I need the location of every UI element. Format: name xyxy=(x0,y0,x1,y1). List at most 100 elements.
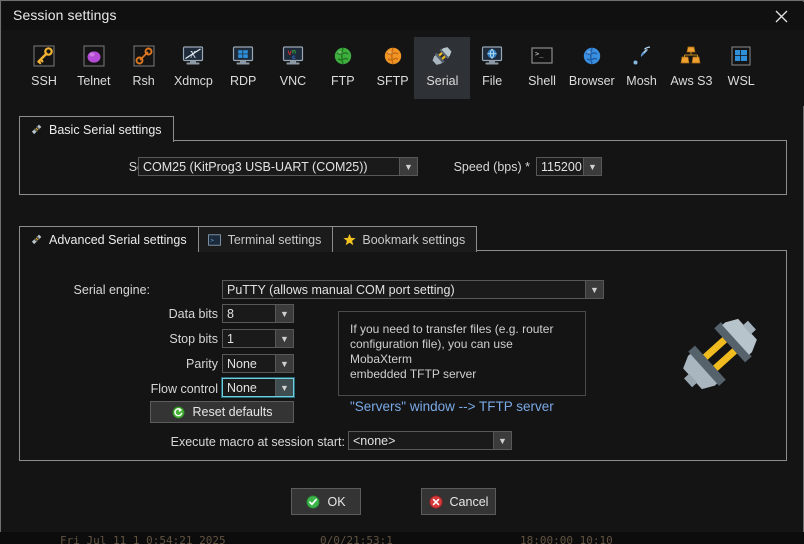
star-icon xyxy=(342,233,356,247)
session-type-label: Browser xyxy=(568,74,615,88)
serial-engine-combobox[interactable]: PuTTY (allows manual COM port setting) ▼ xyxy=(222,280,604,299)
tab-advanced-serial-settings[interactable]: Advanced Serial settings xyxy=(19,226,199,253)
session-type-xdmcp[interactable]: X Xdmcp xyxy=(165,37,221,99)
session-type-aws-s3[interactable]: Aws S3 xyxy=(663,37,719,99)
tftp-info-box: If you need to transfer files (e.g. rout… xyxy=(338,311,586,414)
close-icon[interactable] xyxy=(760,2,802,30)
session-type-browser[interactable]: Browser xyxy=(564,37,620,99)
session-type-sftp[interactable]: SFTP xyxy=(365,37,421,99)
data-bits-combobox[interactable]: 8 ▼ xyxy=(222,304,294,323)
background-text-fragment: 0/0/21:53:1 xyxy=(320,534,393,544)
session-type-ftp[interactable]: FTP xyxy=(315,37,371,99)
session-type-file[interactable]: File xyxy=(464,37,520,99)
reset-defaults-button[interactable]: Reset defaults xyxy=(150,401,294,423)
chevron-down-icon[interactable]: ▼ xyxy=(275,355,293,372)
session-type-shell[interactable]: >_ Shell xyxy=(514,37,570,99)
speed-combobox[interactable]: 115200 ▼ xyxy=(536,157,602,176)
serial-plug-icon xyxy=(29,233,43,247)
parity-combobox[interactable]: None ▼ xyxy=(222,354,294,373)
serial-plug-icon xyxy=(29,123,43,137)
stop-bits-label: Stop bits xyxy=(169,332,218,346)
satellite-dish-icon xyxy=(629,43,655,69)
file-monitor-icon xyxy=(479,43,505,69)
serial-engine-value: PuTTY (allows manual COM port setting) xyxy=(227,282,455,297)
data-bits-label: Data bits xyxy=(168,307,218,321)
session-type-label: Xdmcp xyxy=(173,74,213,88)
serial-plug-large-icon xyxy=(675,314,765,394)
svg-text:>: > xyxy=(211,238,215,244)
speed-label: Speed (bps) * xyxy=(453,160,530,174)
session-type-label: Serial xyxy=(426,74,459,88)
execute-macro-combobox[interactable]: <none> ▼ xyxy=(348,431,512,450)
session-type-label: FTP xyxy=(330,74,355,88)
chevron-down-icon[interactable]: ▼ xyxy=(583,158,601,175)
session-type-label: File xyxy=(482,74,503,88)
session-type-label: RDP xyxy=(229,74,257,88)
tab-label: Bookmark settings xyxy=(362,232,466,247)
speed-value: 115200 xyxy=(541,159,582,174)
session-type-label: Aws S3 xyxy=(670,74,713,88)
session-type-label: Telnet xyxy=(77,74,111,88)
chevron-down-icon[interactable]: ▼ xyxy=(585,281,603,298)
flow-control-combobox[interactable]: None ▼ xyxy=(221,377,295,398)
session-type-telnet[interactable]: Telnet xyxy=(66,37,122,99)
stop-bits-combobox[interactable]: 1 ▼ xyxy=(222,329,294,348)
purple-sphere-icon xyxy=(81,43,107,69)
session-type-ssh[interactable]: SSH xyxy=(16,37,72,99)
stop-bits-value: 1 xyxy=(227,331,234,346)
ok-button[interactable]: OK xyxy=(291,488,361,515)
orange-globe-icon xyxy=(380,43,406,69)
windows-icon xyxy=(728,43,754,69)
serial-port-value: COM25 (KitProg3 USB-UART (COM25)) xyxy=(143,159,368,174)
svg-text:>_: >_ xyxy=(535,50,544,58)
tab-label: Advanced Serial settings xyxy=(49,232,187,247)
serial-plug-icon xyxy=(429,43,455,69)
parity-label: Parity xyxy=(186,357,218,371)
session-type-serial[interactable]: Serial xyxy=(414,37,471,99)
x-monitor-icon: X xyxy=(180,43,206,69)
ok-button-label: OK xyxy=(327,494,346,509)
data-bits-value: 8 xyxy=(227,306,234,321)
session-type-toolbar: SSH Telnet Rsh X Xdmcp RDP V n c VNC FTP… xyxy=(2,30,804,106)
blue-globe-icon xyxy=(579,43,605,69)
serial-port-combobox[interactable]: COM25 (KitProg3 USB-UART (COM25)) ▼ xyxy=(138,157,418,176)
session-type-label: SSH xyxy=(31,74,57,88)
tftp-info-paragraph: If you need to transfer files (e.g. rout… xyxy=(350,322,554,381)
cancel-button[interactable]: Cancel xyxy=(421,488,496,515)
session-type-label: Rsh xyxy=(132,74,155,88)
green-globe-icon xyxy=(330,43,356,69)
session-type-vnc[interactable]: V n c VNC xyxy=(265,37,321,99)
session-type-mosh[interactable]: Mosh xyxy=(614,37,670,99)
chevron-down-icon[interactable]: ▼ xyxy=(275,379,293,396)
session-type-rsh[interactable]: Rsh xyxy=(116,37,172,99)
windows-monitor-icon xyxy=(230,43,256,69)
flow-control-value: None xyxy=(227,380,257,395)
svg-text:c: c xyxy=(292,54,296,61)
window-title: Session settings xyxy=(13,7,117,23)
tab-label: Terminal settings xyxy=(227,232,322,247)
session-type-rdp[interactable]: RDP xyxy=(215,37,271,99)
session-type-wsl[interactable]: WSL xyxy=(713,37,769,99)
chevron-down-icon[interactable]: ▼ xyxy=(275,330,293,347)
execute-macro-value: <none> xyxy=(353,433,396,448)
terminal-icon: >_ xyxy=(529,43,555,69)
reset-defaults-label: Reset defaults xyxy=(192,405,273,419)
serial-engine-label: Serial engine: xyxy=(73,283,150,297)
tab-bookmark-settings[interactable]: Bookmark settings xyxy=(332,226,478,252)
background-text-fragment: Fri Jul 11 1 0:54:21 2025 xyxy=(60,534,226,544)
tab-basic-serial-settings[interactable]: Basic Serial settings xyxy=(19,116,174,143)
advanced-settings-panel: Advanced Serial settings > Terminal setti… xyxy=(19,226,787,461)
key-icon xyxy=(31,43,57,69)
background-terminal-strip: Fri Jul 11 1 0:54:21 2025 0/0/21:53:1 18:0… xyxy=(0,532,804,544)
session-type-label: Shell xyxy=(528,74,556,88)
vnc-monitor-icon: V n c xyxy=(280,43,306,69)
reset-icon xyxy=(172,405,186,419)
flow-control-label: Flow control xyxy=(150,382,218,396)
chevron-down-icon[interactable]: ▼ xyxy=(275,305,293,322)
session-type-label: SFTP xyxy=(376,74,409,88)
cancel-button-label: Cancel xyxy=(449,494,489,509)
basic-serial-settings-panel: Basic Serial settings Serial port * COM2… xyxy=(19,116,787,195)
chevron-down-icon[interactable]: ▼ xyxy=(493,432,511,449)
tab-terminal-settings[interactable]: > Terminal settings xyxy=(197,226,334,252)
title-bar: Session settings xyxy=(2,2,804,30)
